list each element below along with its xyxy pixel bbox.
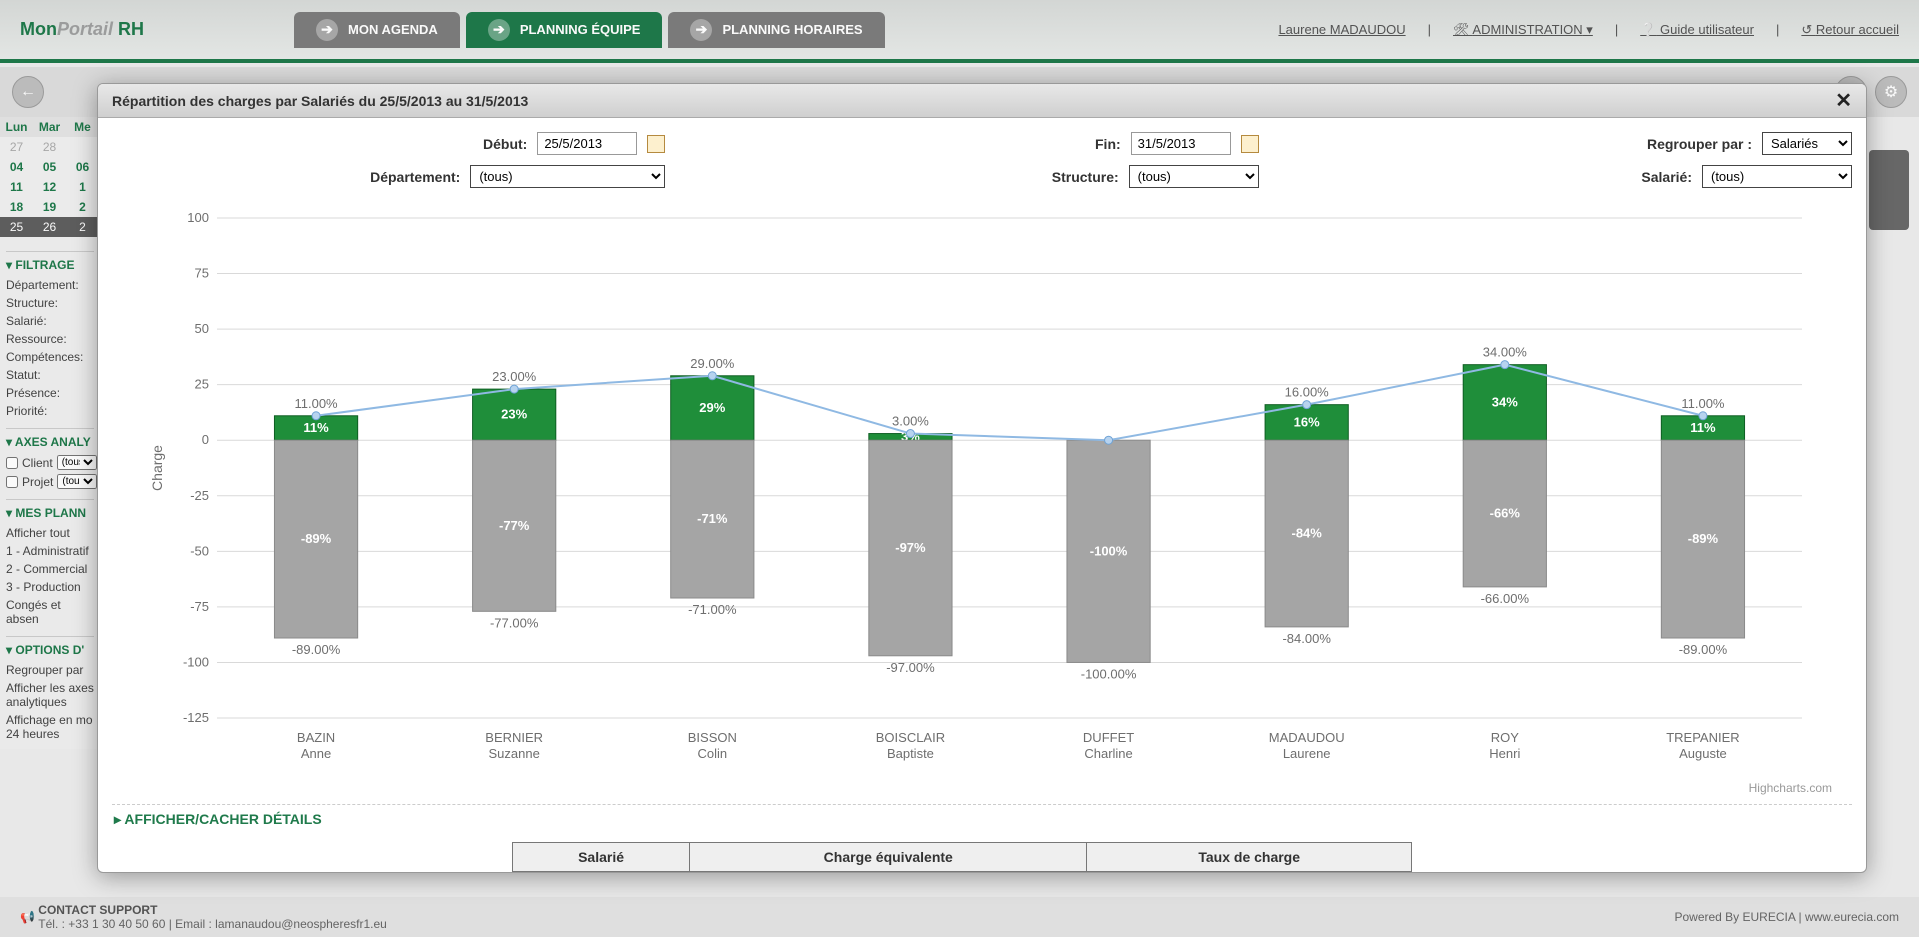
svg-text:-66%: -66% [1490,506,1521,521]
structure-select[interactable]: (tous) [1129,165,1259,188]
svg-text:Charge: Charge [149,445,165,491]
svg-text:29%: 29% [699,400,725,415]
svg-text:11%: 11% [1690,420,1716,435]
regrouper-select[interactable]: Salariés [1762,132,1852,155]
svg-text:-84.00%: -84.00% [1282,631,1331,646]
calendar-icon[interactable] [647,135,665,153]
field-departement: Département: (tous) [112,165,665,188]
svg-text:DUFFET: DUFFET [1083,730,1134,745]
debut-input[interactable] [537,132,637,155]
modal-title-bar: Répartition des charges par Salariés du … [98,84,1866,118]
svg-text:BISSON: BISSON [688,730,737,745]
svg-text:-25: -25 [190,488,209,503]
chart: -125 -100 -75 -50 -25 0 25 50 75 100 Charge 11% 11.0… [112,198,1852,798]
svg-text:Auguste: Auguste [1679,746,1727,761]
departement-select[interactable]: (tous) [470,165,665,188]
svg-text:0: 0 [202,432,209,447]
th-charge-equiv: Charge équivalente [690,843,1087,872]
svg-text:BERNIER: BERNIER [485,730,543,745]
th-salarie: Salarié [513,843,690,872]
svg-text:-77%: -77% [499,518,530,533]
svg-text:16%: 16% [1294,414,1320,429]
field-fin: Fin: [705,132,1258,155]
details-table: Salarié Charge équivalente Taux de charg… [512,842,1412,872]
svg-text:-100.00%: -100.00% [1081,666,1137,681]
svg-text:11.00%: 11.00% [1681,396,1725,411]
svg-text:BAZIN: BAZIN [297,730,335,745]
fin-label: Fin: [1095,136,1121,152]
svg-text:-75: -75 [190,599,209,614]
svg-text:11.00%: 11.00% [294,396,338,411]
svg-text:-71.00%: -71.00% [688,602,737,617]
svg-text:-89.00%: -89.00% [1679,642,1728,657]
svg-text:BOISCLAIR: BOISCLAIR [876,730,945,745]
svg-text:23%: 23% [501,407,527,422]
svg-text:34%: 34% [1492,394,1518,409]
svg-text:16.00%: 16.00% [1285,385,1330,400]
svg-text:-100: -100 [183,654,209,669]
svg-text:-71%: -71% [697,511,728,526]
svg-text:Baptiste: Baptiste [887,746,934,761]
debut-label: Début: [483,136,527,152]
salarie-select[interactable]: (tous) [1702,165,1852,188]
regrouper-label: Regrouper par : [1647,136,1752,152]
svg-text:Charline: Charline [1084,746,1132,761]
field-regrouper: Regrouper par : Salariés [1299,132,1852,155]
svg-text:Anne: Anne [301,746,331,761]
svg-text:-77.00%: -77.00% [490,615,539,630]
svg-text:50: 50 [195,321,209,336]
calendar-icon[interactable] [1241,135,1259,153]
table-header-row: Salarié Charge équivalente Taux de charg… [513,843,1412,872]
field-structure: Structure: (tous) [705,165,1258,188]
svg-text:-89%: -89% [301,531,332,546]
svg-text:-50: -50 [190,543,209,558]
svg-text:TREPANIER: TREPANIER [1666,730,1739,745]
fin-input[interactable] [1131,132,1231,155]
svg-text:Suzanne: Suzanne [489,746,540,761]
svg-text:-125: -125 [183,710,209,725]
svg-text:MADAUDOU: MADAUDOU [1269,730,1345,745]
th-taux: Taux de charge [1087,843,1412,872]
field-debut: Début: [112,132,665,155]
toggle-details-button[interactable]: ▸ AFFICHER/CACHER DÉTAILS [112,804,1852,834]
filter-grid: Début: Fin: Regrouper par : Salariés Dép… [112,132,1852,188]
departement-label: Département: [370,169,460,185]
svg-text:11%: 11% [303,420,329,435]
svg-text:-97%: -97% [895,540,926,555]
svg-text:-97.00%: -97.00% [886,660,935,675]
svg-text:-84%: -84% [1292,526,1323,541]
close-icon[interactable]: ✕ [1835,88,1852,113]
svg-text:-66.00%: -66.00% [1481,591,1530,606]
svg-text:75: 75 [195,266,209,281]
svg-text:34.00%: 34.00% [1483,345,1528,360]
svg-text:23.00%: 23.00% [492,369,537,384]
svg-text:Highcharts.com: Highcharts.com [1749,781,1832,795]
svg-text:Colin: Colin [698,746,728,761]
structure-label: Structure: [1052,169,1119,185]
charges-modal: Répartition des charges par Salariés du … [97,83,1867,873]
svg-text:-100%: -100% [1090,543,1128,558]
modal-title: Répartition des charges par Salariés du … [112,93,528,109]
svg-text:25: 25 [195,377,209,392]
svg-text:29.00%: 29.00% [690,356,735,371]
modal-body: Début: Fin: Regrouper par : Salariés Dép… [98,118,1866,872]
svg-text:ROY: ROY [1491,730,1520,745]
field-salarie: Salarié: (tous) [1299,165,1852,188]
salarie-label: Salarié: [1641,169,1692,185]
svg-text:Henri: Henri [1489,746,1520,761]
svg-text:Laurene: Laurene [1283,746,1331,761]
svg-text:-89%: -89% [1688,531,1719,546]
svg-text:-89.00%: -89.00% [292,642,341,657]
svg-text:100: 100 [187,210,209,225]
svg-text:3.00%: 3.00% [892,414,929,429]
